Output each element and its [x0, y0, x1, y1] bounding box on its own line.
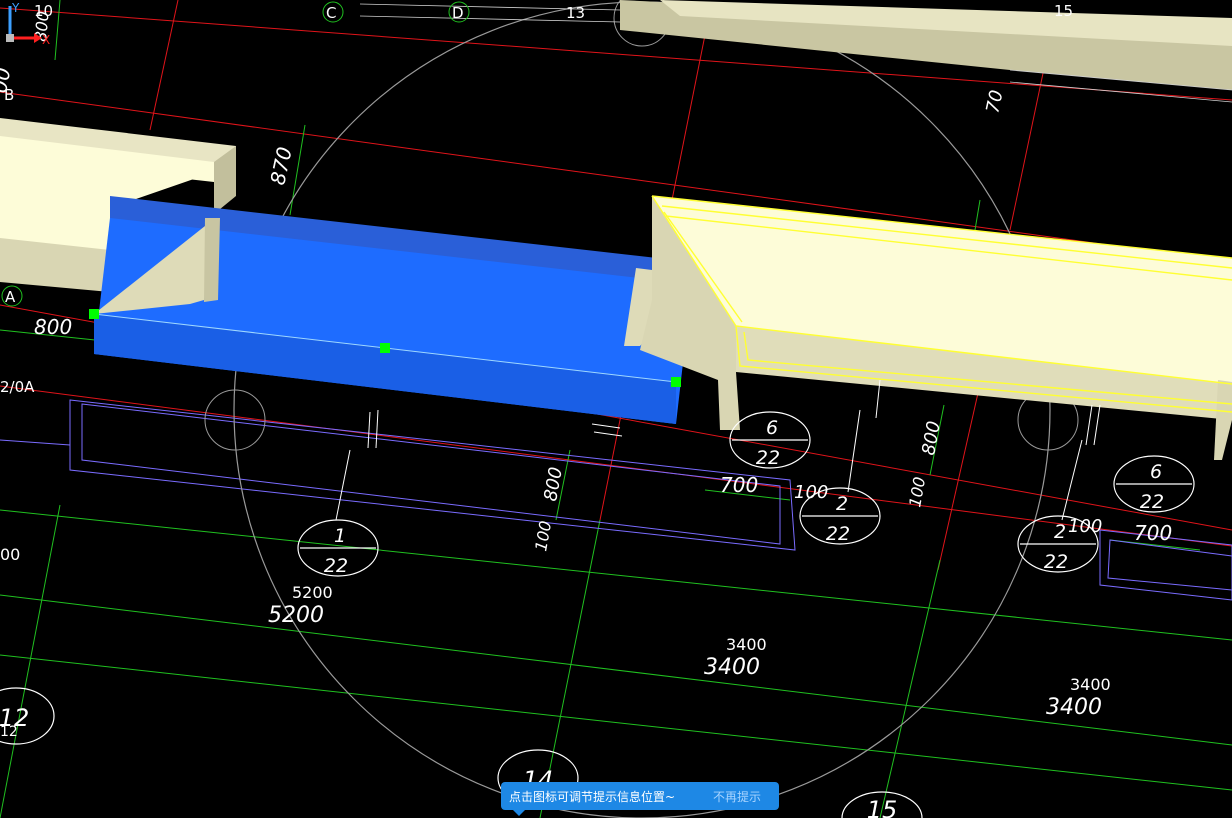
- axis-label-15: 15: [1054, 2, 1073, 20]
- grid-circle-sub-label: 12: [0, 724, 18, 740]
- dim-text: 3400: [704, 655, 760, 680]
- leader: [1061, 439, 1083, 521]
- ucs-x-label: X: [42, 33, 50, 46]
- section-mark-top: 2: [1054, 521, 1066, 543]
- grip-end[interactable]: [671, 377, 681, 387]
- section-mark-bottom: 22: [756, 447, 780, 469]
- section-mark-texts: 1 22 6 22 2 22 6 22 2 22 12 14 15: [0, 417, 1164, 818]
- tick: [367, 411, 371, 449]
- outline: [0, 439, 71, 446]
- selected-beam[interactable]: [89, 196, 692, 424]
- dim-text: 800: [540, 465, 567, 502]
- axis-label-c: C: [326, 4, 336, 22]
- dim-text: 100: [531, 519, 555, 552]
- dim-text: 100: [794, 482, 828, 503]
- haunch-left-edge: [204, 218, 220, 302]
- ucs-x-arrow: [34, 33, 42, 43]
- section-mark-bottom: 22: [324, 555, 348, 577]
- ucs-axis-icon: Y X: [6, 1, 50, 46]
- drawing-canvas[interactable]: 1 22 6 22 2 22 6 22 2 22 12 14 15 12 C D…: [0, 0, 1232, 818]
- section-mark-bottom: 22: [1140, 491, 1164, 513]
- grid-circle-label: 15: [867, 796, 898, 818]
- tick: [1085, 404, 1093, 446]
- axis-label-2-0a: 2/0A: [0, 378, 35, 396]
- outline: [81, 403, 781, 545]
- cad-3d-viewport[interactable]: 1 22 6 22 2 22 6 22 2 22 12 14 15 12 C D…: [0, 0, 1232, 818]
- axis-label-13: 13: [566, 4, 585, 22]
- dim-text: 3400: [726, 635, 767, 654]
- section-mark-shapes: [0, 411, 1195, 818]
- tick: [375, 409, 379, 449]
- tick: [591, 423, 621, 429]
- dim-text: 70: [982, 88, 1007, 115]
- grip-start[interactable]: [89, 309, 99, 319]
- axis-label-d: D: [452, 4, 464, 22]
- ucs-origin: [6, 34, 14, 42]
- hint-tooltip[interactable]: 点击图标可调节提示信息位置~ 不再提示: [501, 782, 779, 816]
- hint-message: 点击图标可调节提示信息位置~: [509, 789, 676, 804]
- section-mark-top: 2: [836, 493, 848, 515]
- dim-text: 870: [265, 145, 296, 187]
- ucs-y-label: Y: [11, 1, 20, 15]
- leader: [847, 409, 861, 493]
- section-mark-top: 6: [766, 417, 778, 439]
- dim-text: 100: [1068, 516, 1102, 537]
- section-mark-top: 1: [334, 525, 346, 547]
- dim-line: [974, 199, 981, 231]
- dim-text: 5200: [268, 603, 324, 628]
- beam-top-right[interactable]: [359, 0, 1232, 103]
- tick: [1093, 404, 1101, 446]
- section-mark-bottom: 22: [1044, 551, 1068, 573]
- outline: [1107, 539, 1232, 591]
- grip-mid[interactable]: [380, 343, 390, 353]
- leader: [335, 449, 351, 521]
- dont-show-again-link[interactable]: 不再提示: [713, 788, 761, 805]
- dim-text: 800: [918, 419, 945, 456]
- dim-text: 100: [905, 475, 929, 508]
- dim-text: 3400: [1070, 675, 1111, 694]
- section-mark-bottom: 22: [826, 523, 850, 545]
- dim-text: 700: [720, 473, 758, 497]
- dim-line: [879, 559, 941, 818]
- beam-right-highlighted[interactable]: [640, 195, 1232, 460]
- dim-text: 3400: [1046, 695, 1102, 720]
- dim-text: 700: [1134, 521, 1172, 545]
- dim-text: 5200: [292, 583, 333, 602]
- dim-line: [0, 509, 1232, 641]
- axis-label-a: A: [5, 288, 16, 306]
- break-ticks: [335, 379, 1101, 521]
- dim-text: 800: [34, 315, 72, 339]
- dim-text: 00: [0, 545, 20, 564]
- section-mark-top: 6: [1150, 461, 1162, 483]
